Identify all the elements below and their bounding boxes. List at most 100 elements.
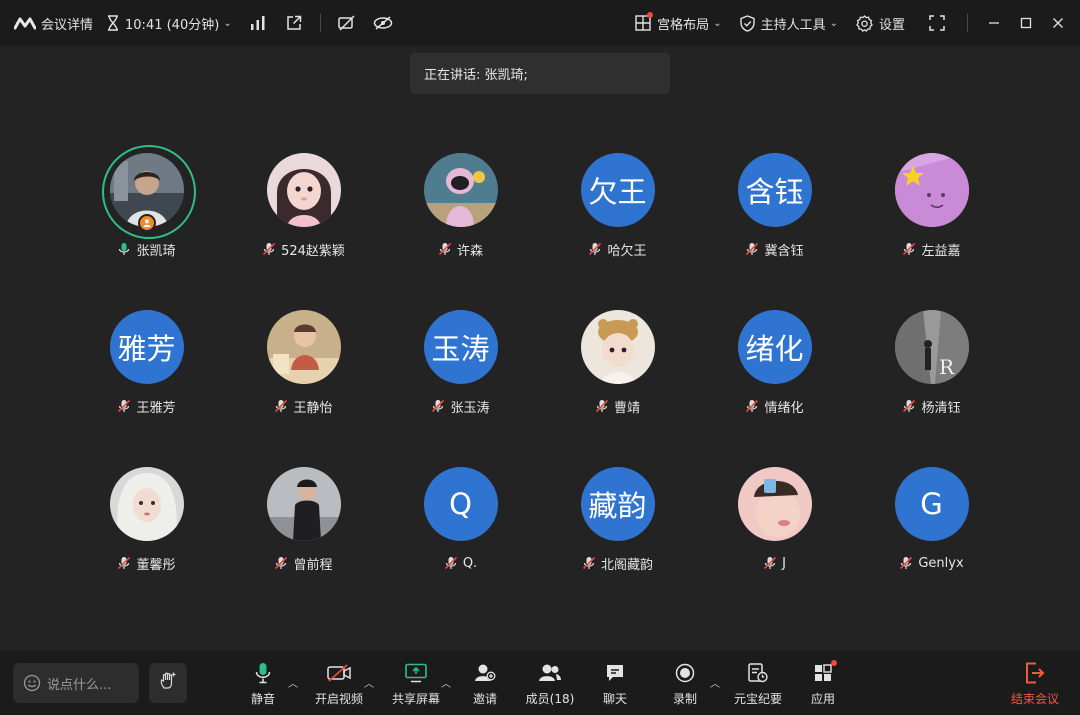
external-link-icon[interactable]	[284, 13, 304, 33]
avatar-frame: R	[886, 301, 978, 393]
fullscreen-icon[interactable]	[927, 13, 947, 33]
participant-tile[interactable]: 王静怡	[225, 301, 382, 458]
share-screen-icon	[405, 661, 427, 684]
participant-tile[interactable]: 欠王 哈欠王	[539, 144, 696, 301]
mute-label: 静音	[250, 692, 275, 706]
apps-icon	[813, 660, 837, 684]
mic-off-icon	[431, 399, 445, 413]
notification-dot	[647, 11, 654, 18]
shield-icon	[739, 14, 755, 32]
share-options-button[interactable]: ︿	[440, 661, 452, 707]
signal-icon[interactable]	[248, 13, 268, 33]
apps-button[interactable]: 应用	[809, 660, 837, 707]
mic-off-icon	[274, 556, 288, 570]
mic-icon	[254, 661, 272, 684]
mic-off-icon	[899, 556, 913, 570]
participant-name-row: Genlyx	[899, 554, 964, 572]
participant-tile[interactable]: 许森	[382, 144, 539, 301]
invite-button[interactable]: 邀请	[469, 661, 501, 707]
mic-on-icon	[117, 242, 131, 256]
participant-tile[interactable]: 含钰 冀含钰	[696, 144, 853, 301]
avatar	[266, 153, 341, 227]
avatar-frame: 藏韵	[572, 458, 664, 550]
participant-tile[interactable]: R 杨清钰	[853, 301, 1010, 458]
members-button[interactable]: 成员(18)	[523, 661, 577, 707]
participant-tile[interactable]: 左益嘉	[853, 144, 1010, 301]
participant-tile[interactable]: G Genlyx	[853, 458, 1010, 615]
video-label: 开启视频	[314, 692, 363, 706]
participant-tile[interactable]: 绪化 情绪化	[696, 301, 853, 458]
avatar	[737, 467, 812, 541]
participant-tile[interactable]: Q Q.	[382, 458, 539, 615]
participant-name: 杨清钰	[921, 400, 961, 416]
meeting-details-button[interactable]: 会议详情	[14, 14, 93, 33]
participant-tile[interactable]: 董馨彤	[68, 458, 225, 615]
avatar-frame	[886, 144, 978, 236]
share-label: 共享屏幕	[391, 692, 440, 706]
avatar	[109, 467, 184, 541]
avatar: 绪化	[737, 310, 812, 384]
participant-name-row: 冀含钰	[745, 240, 804, 259]
participant-name-row: 曾前程	[274, 554, 333, 573]
layout-menu[interactable]: 宫格布局 ⌄	[635, 11, 722, 33]
participant-name-row: Q.	[444, 554, 477, 572]
chat-placeholder: 说点什么...	[47, 677, 112, 693]
avatar: 藏韵	[580, 467, 655, 541]
mute-button[interactable]: 静音	[246, 661, 280, 707]
mic-off-icon	[262, 242, 276, 256]
participant-tile[interactable]: 藏韵 北阁藏韵	[539, 458, 696, 615]
title-bar: 会议详情 10:41 (40分钟) ⌄ 宫格布局 ⌄ 主持人工具 ⌄ 设置	[0, 0, 1080, 46]
chat-label: 聊天	[602, 692, 627, 706]
video-options-button[interactable]: ︿	[363, 661, 375, 707]
notification-dot	[831, 660, 837, 666]
share-screen-button[interactable]: 共享屏幕	[389, 661, 443, 707]
participant-tile[interactable]: 雅芳 王雅芳	[68, 301, 225, 458]
participant-tile[interactable]: 曹靖	[539, 301, 696, 458]
avatar	[266, 467, 341, 541]
hourglass-icon	[107, 15, 119, 31]
participant-name-row: 董馨彤	[117, 554, 176, 573]
participant-name: Q.	[462, 555, 478, 571]
host-tools-menu[interactable]: 主持人工具 ⌄	[739, 14, 838, 33]
meeting-timer[interactable]: 10:41 (40分钟) ⌄	[107, 14, 232, 33]
avatar-frame: 玉涛	[415, 301, 507, 393]
mute-options-button[interactable]: ︿	[287, 661, 299, 707]
hide-icon[interactable]	[373, 13, 393, 33]
ai-minutes-button[interactable]: 元宝纪要	[731, 661, 785, 707]
record-button[interactable]: 录制	[671, 661, 699, 707]
participant-name: 董馨彤	[136, 557, 176, 573]
avatar: R	[894, 310, 969, 384]
members-icon	[538, 661, 562, 684]
chevron-down-icon: ⌄	[713, 17, 722, 29]
participant-tile[interactable]: 524赵紫颖	[225, 144, 382, 301]
record-options-button[interactable]: ︿	[709, 661, 721, 707]
bottom-toolbar: 说点什么... 静音 ︿ 开启视频 ︿ 共享屏幕 ︿ 邀请 成员(18) 聊天 …	[0, 651, 1080, 715]
ai-minutes-label: 元宝纪要	[733, 692, 782, 706]
settings-button[interactable]: 设置	[856, 14, 905, 33]
minimize-icon[interactable]	[984, 13, 1004, 33]
close-icon[interactable]	[1048, 13, 1068, 33]
avatar: 玉涛	[423, 310, 498, 384]
raise-hand-button[interactable]	[149, 663, 187, 703]
timer-text: 10:41 (40分钟)	[125, 17, 220, 33]
avatar: G	[894, 467, 969, 541]
chat-button[interactable]: 聊天	[601, 661, 629, 707]
mic-off-icon	[444, 556, 458, 570]
avatar	[266, 310, 341, 384]
video-off-icon[interactable]	[337, 13, 357, 33]
participant-tile[interactable]: 曾前程	[225, 458, 382, 615]
participant-tile[interactable]: 玉涛 张玉涛	[382, 301, 539, 458]
maximize-icon[interactable]	[1016, 13, 1036, 33]
participant-grid: 张凯琦 524赵紫颖 许森 欠王 哈欠王 含钰 冀含钰 左益嘉 雅芳 王雅芳 王…	[68, 144, 1012, 615]
participant-tile[interactable]: J	[696, 458, 853, 615]
settings-label: 设置	[878, 17, 905, 33]
participant-tile[interactable]: 张凯琦	[68, 144, 225, 301]
gear-icon	[856, 14, 873, 32]
avatar-frame	[258, 458, 350, 550]
participant-name-row: 王静怡	[274, 397, 333, 416]
emoji-icon[interactable]	[23, 674, 41, 692]
end-meeting-button[interactable]: 结束会议	[1009, 661, 1061, 707]
start-video-button[interactable]: 开启视频	[312, 661, 366, 707]
mic-off-icon	[745, 242, 759, 256]
chat-input[interactable]: 说点什么...	[13, 663, 139, 703]
